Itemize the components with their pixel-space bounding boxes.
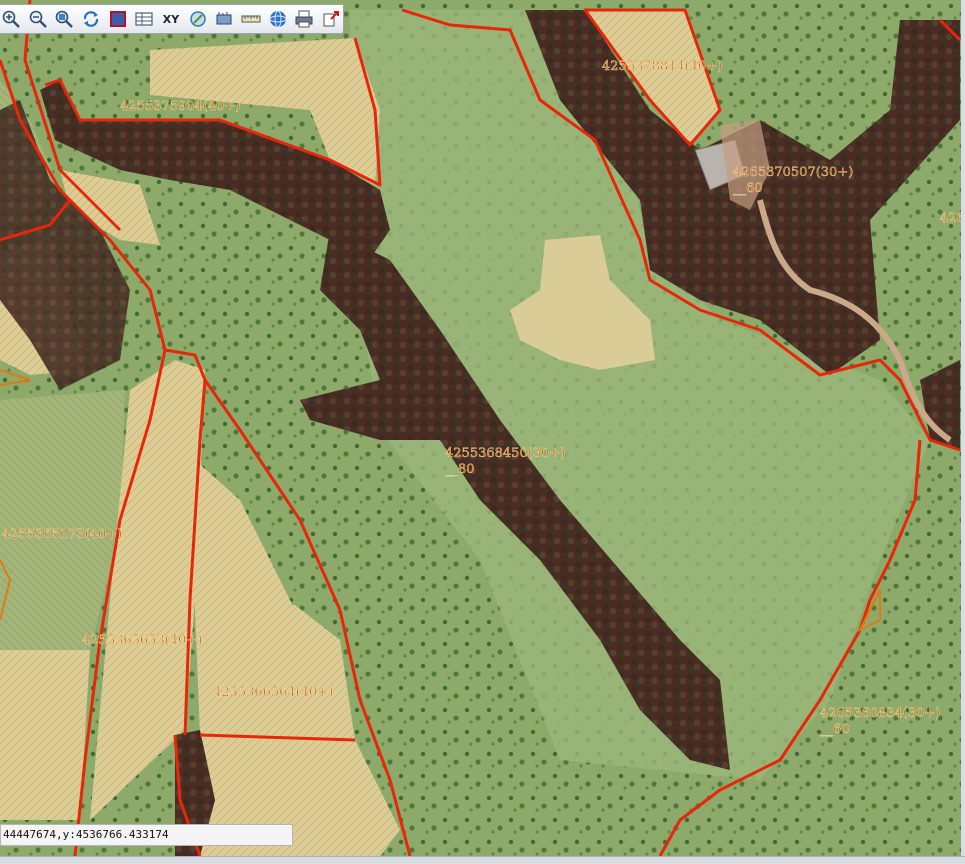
parcel-label-4255365173[interactable]: 4255365173(40+) <box>2 527 123 542</box>
zoom-out-icon[interactable] <box>26 7 50 31</box>
export-icon[interactable] <box>319 7 343 31</box>
coordinate-readout: 44447674,y:4536766.433174 <box>0 824 293 846</box>
xy-goto-label: XY <box>162 12 180 26</box>
measure-area-icon[interactable] <box>213 7 237 31</box>
parcel-label-4255366564[interactable]: 4255366564(40+) <box>213 685 334 700</box>
parcel-label-4255365653[interactable]: 4255365653(40+) <box>82 633 203 648</box>
measure-distance-icon[interactable] <box>239 7 263 31</box>
parcel-sublabel-4255368450: __80 <box>445 462 475 477</box>
window-right-edge <box>961 0 965 856</box>
zoom-in-icon[interactable] <box>0 7 23 31</box>
identify-icon[interactable] <box>186 7 210 31</box>
status-bar <box>0 856 965 864</box>
parcel-sublabel-4265370507: __60 <box>733 181 763 196</box>
globe-icon[interactable] <box>266 7 290 31</box>
field-left-3 <box>0 650 90 820</box>
xy-goto-icon[interactable]: XY <box>159 7 183 31</box>
zoom-extent-icon[interactable] <box>52 7 76 31</box>
parcel-label-4255375904[interactable]: 4255375904(40+) <box>120 99 241 114</box>
parcel-sublabel-4265360834: __60 <box>820 722 850 737</box>
parcel-label-4265360834[interactable]: 4265360834(30+) <box>820 706 941 721</box>
map-toolbar: XY <box>0 4 344 34</box>
map-viewer[interactable]: 4255375904(40+) 4255378814(40+) 42653705… <box>0 0 965 864</box>
parcel-label-4255368450[interactable]: 4255368450(30+) <box>445 446 566 461</box>
parcel-label-4255378814[interactable]: 4255378814(40+) <box>602 59 723 74</box>
aerial-map[interactable]: 4255375904(40+) 4255378814(40+) 42653705… <box>0 0 965 864</box>
parcel-label-4265370507[interactable]: 4265370507(30+) <box>733 165 854 180</box>
refresh-icon[interactable] <box>79 7 103 31</box>
print-icon[interactable] <box>293 7 317 31</box>
attribute-table-icon[interactable] <box>132 7 156 31</box>
select-rectangle-icon[interactable] <box>106 7 130 31</box>
